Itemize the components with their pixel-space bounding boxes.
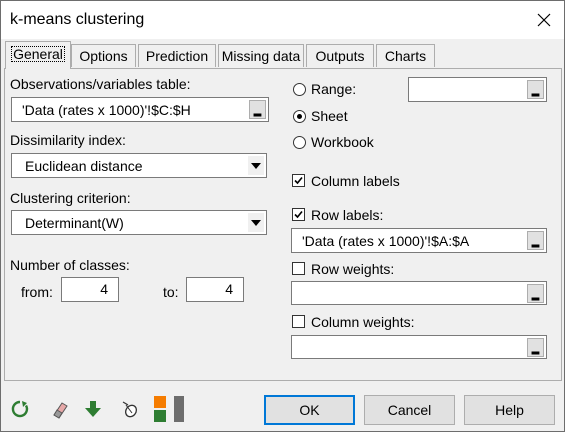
- range-picker-button[interactable]: ▂: [527, 338, 544, 357]
- range-field[interactable]: ▂: [408, 77, 547, 102]
- title-bar: k-means clustering: [1, 1, 564, 39]
- range-label: Range:: [311, 81, 357, 97]
- row-weights-checkbox[interactable]: [292, 262, 305, 275]
- range-picker-button[interactable]: ▂: [527, 231, 544, 250]
- range-picker-button[interactable]: ▂: [249, 100, 266, 119]
- row-labels-field[interactable]: 'Data (rates x 1000)'!$A:$A ▂: [291, 228, 547, 253]
- sheet-label: Sheet: [311, 108, 348, 124]
- criterion-label: Clustering criterion:: [10, 190, 131, 206]
- row-labels-checkbox[interactable]: [292, 208, 305, 221]
- criterion-value: Determinant(W): [25, 215, 124, 231]
- row-labels-label: Row labels:: [311, 207, 384, 223]
- colors-button[interactable]: [149, 395, 187, 423]
- observations-value: 'Data (rates x 1000)'!$C:$H: [22, 102, 191, 118]
- mouse-button[interactable]: [117, 395, 143, 423]
- dissimilarity-select[interactable]: Euclidean distance: [11, 153, 267, 178]
- tab-charts[interactable]: Charts: [376, 44, 435, 67]
- window-title: k-means clustering: [10, 11, 145, 28]
- workbook-radio[interactable]: [293, 136, 306, 149]
- from-label: from:: [21, 284, 53, 300]
- row-weights-label: Row weights:: [311, 261, 395, 277]
- reset-button[interactable]: [7, 395, 33, 423]
- range-picker-button[interactable]: ▂: [527, 80, 544, 99]
- tab-strip: General Options Prediction Missing data …: [1, 39, 564, 69]
- dissimilarity-label: Dissimilarity index:: [10, 132, 126, 148]
- chevron-down-icon: [248, 213, 264, 232]
- ok-button[interactable]: OK: [264, 395, 355, 425]
- to-input[interactable]: 4: [186, 277, 244, 302]
- cancel-button[interactable]: Cancel: [364, 395, 455, 425]
- tab-outputs[interactable]: Outputs: [306, 44, 374, 67]
- column-weights-label: Column weights:: [311, 314, 415, 330]
- close-button[interactable]: [523, 1, 564, 39]
- from-input[interactable]: 4: [61, 277, 119, 302]
- help-button[interactable]: Help: [464, 395, 555, 425]
- column-weights-checkbox[interactable]: [292, 315, 305, 328]
- colors-icon: [154, 396, 184, 422]
- download-button[interactable]: [80, 395, 106, 423]
- chevron-down-icon: [248, 156, 264, 175]
- eraser-icon: [53, 402, 68, 419]
- tab-missing-data[interactable]: Missing data: [218, 44, 304, 67]
- to-label: to:: [163, 284, 179, 300]
- close-icon: [537, 13, 550, 27]
- criterion-select[interactable]: Determinant(W): [11, 210, 267, 235]
- sheet-radio[interactable]: [293, 110, 306, 123]
- column-labels-checkbox[interactable]: [292, 174, 305, 187]
- tab-prediction[interactable]: Prediction: [138, 44, 216, 67]
- tab-options[interactable]: Options: [71, 44, 136, 67]
- row-weights-field[interactable]: ▂: [291, 281, 547, 305]
- download-icon: [85, 401, 101, 417]
- tab-general[interactable]: General: [5, 41, 71, 69]
- reset-icon: [11, 400, 29, 418]
- dialog: k-means clustering General Options Predi…: [0, 0, 565, 432]
- range-radio[interactable]: [293, 83, 306, 96]
- observations-field[interactable]: 'Data (rates x 1000)'!$C:$H ▂: [11, 97, 269, 122]
- observations-label: Observations/variables table:: [10, 76, 191, 92]
- column-labels-label: Column labels: [311, 173, 400, 189]
- general-panel: Observations/variables table: 'Data (rat…: [4, 68, 562, 381]
- range-picker-button[interactable]: ▂: [527, 284, 544, 303]
- checkmark-icon: [294, 210, 303, 219]
- mouse-icon: [122, 401, 137, 418]
- eraser-button[interactable]: [47, 395, 73, 423]
- row-labels-value: 'Data (rates x 1000)'!$A:$A: [302, 233, 470, 249]
- column-weights-field[interactable]: ▂: [291, 335, 547, 359]
- classes-label: Number of classes:: [10, 257, 130, 273]
- checkmark-icon: [294, 176, 303, 185]
- dissimilarity-value: Euclidean distance: [25, 158, 143, 174]
- workbook-label: Workbook: [311, 134, 374, 150]
